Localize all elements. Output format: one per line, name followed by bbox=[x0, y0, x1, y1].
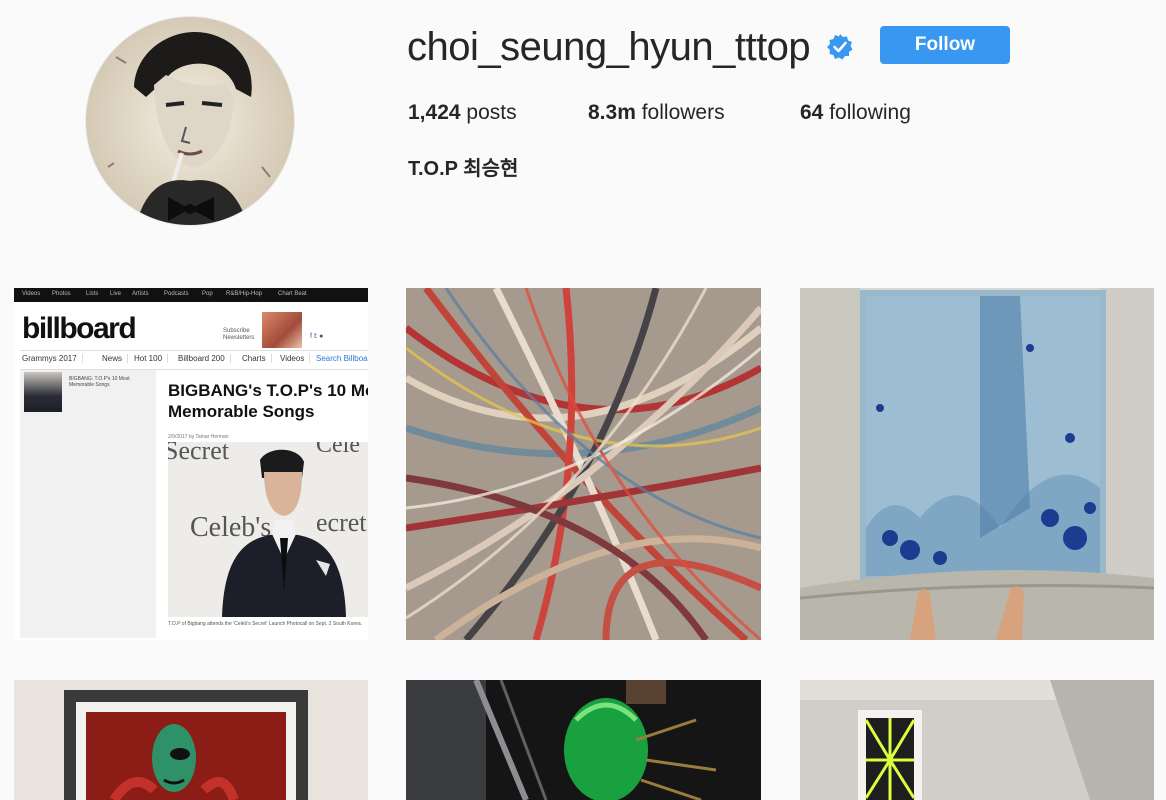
billboard-logo: billboard bbox=[22, 312, 137, 345]
article-headline: BIGBANG's T.O.P's 10 Mo Memorable Songs bbox=[168, 380, 368, 422]
sidebar-text: BIGBANG: T.O.P's 10 Most Memorable Songs bbox=[69, 376, 130, 388]
painting-alien-image bbox=[14, 680, 368, 800]
tab-text: Grammys 2017 bbox=[22, 354, 83, 363]
green-hair-image bbox=[406, 680, 761, 800]
nav-text: R&B/Hip-Hop bbox=[226, 291, 263, 297]
post-tile[interactable] bbox=[800, 680, 1154, 800]
nav-text: Pop bbox=[202, 291, 213, 297]
subscribe-text: Subscribe Newsletters bbox=[223, 328, 255, 341]
nav-text: Chart Beat bbox=[278, 291, 307, 297]
profile-username: choi_seung_hyun_tttop bbox=[407, 25, 811, 69]
profile-avatar[interactable] bbox=[86, 17, 294, 225]
nav-text: Videos bbox=[22, 291, 41, 297]
following-label: following bbox=[829, 101, 911, 124]
followers-stat[interactable]: 8.3m followers bbox=[588, 99, 725, 127]
post-tile[interactable] bbox=[406, 288, 761, 640]
nav-text: Photos bbox=[52, 291, 71, 297]
profile-full-name: T.O.P 최승현 bbox=[408, 158, 519, 180]
headline-line: BIGBANG's T.O.P's 10 Mo bbox=[168, 381, 368, 400]
framed-burst-image bbox=[800, 680, 1154, 800]
tab-text: Hot 100 bbox=[134, 354, 169, 363]
article-photo: Secret Cele Celeb's ecret bbox=[168, 442, 368, 617]
screenshot-nav-bar: Videos Photos Lists Live Artists Podcast… bbox=[14, 288, 368, 302]
following-count: 64 bbox=[800, 101, 824, 124]
screenshot-tab-bar: Grammys 2017 News Hot 100 Billboard 200 … bbox=[20, 350, 368, 370]
painting-blue-image bbox=[800, 288, 1154, 640]
tab-text: Billboard 200 bbox=[178, 354, 231, 363]
tab-text: Search Billboard bbox=[316, 354, 368, 363]
tab-text: Charts bbox=[242, 354, 272, 363]
verified-badge-icon bbox=[827, 34, 853, 60]
tab-text: Videos bbox=[280, 354, 311, 363]
magazine-cover-image bbox=[262, 312, 302, 348]
posts-count: 1,424 bbox=[408, 101, 461, 124]
painting-streaks-image bbox=[406, 288, 761, 640]
followers-count: 8.3m bbox=[588, 101, 636, 124]
post-tile[interactable]: Videos Photos Lists Live Artists Podcast… bbox=[14, 288, 368, 640]
posts-stat: 1,424 posts bbox=[408, 99, 517, 127]
post-tile[interactable] bbox=[800, 288, 1154, 640]
posts-label: posts bbox=[466, 101, 517, 124]
tab-text: News bbox=[102, 354, 129, 363]
following-stat[interactable]: 64 following bbox=[800, 99, 911, 127]
followers-label: followers bbox=[641, 101, 725, 124]
nav-text: Lists bbox=[86, 291, 99, 297]
nav-text: Live bbox=[110, 291, 122, 297]
social-icons: f 𝕥 ● bbox=[310, 333, 324, 340]
nav-text: Podcasts bbox=[164, 291, 189, 297]
post-tile[interactable] bbox=[406, 680, 761, 800]
headline-line: Memorable Songs bbox=[168, 402, 315, 421]
article-date: 2/9/2017 by Tamar Herman bbox=[168, 434, 229, 440]
post-tile[interactable] bbox=[14, 680, 368, 800]
sidebar-thumbnail-image bbox=[24, 372, 62, 412]
article-caption: T.O.P of Bigbang attends the 'Celeb's Se… bbox=[168, 621, 363, 627]
nav-text: Artists bbox=[132, 291, 149, 297]
follow-button[interactable]: Follow bbox=[880, 26, 1010, 64]
